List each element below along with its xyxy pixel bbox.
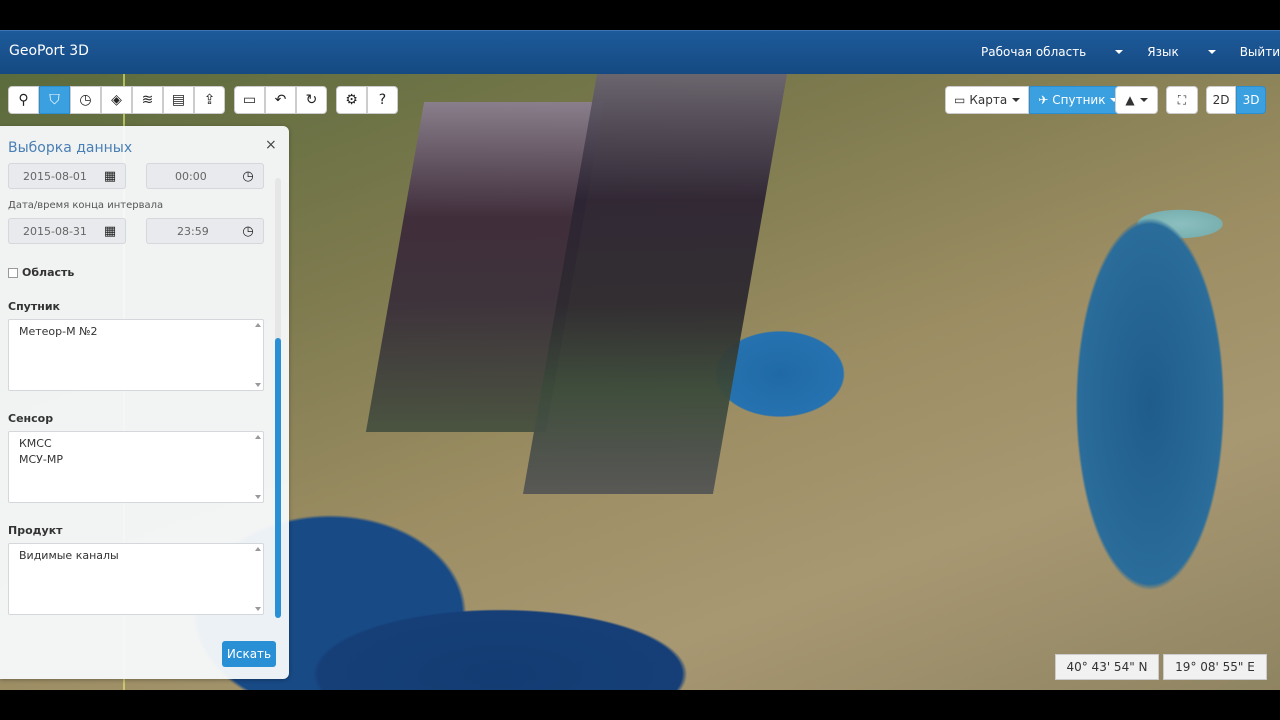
list-item[interactable]: КМСС xyxy=(19,436,253,452)
list-icon[interactable]: ▤ xyxy=(163,86,194,114)
end-date-value: 2015-08-31 xyxy=(23,224,87,238)
end-interval-label: Дата/время конца интервала xyxy=(8,200,164,211)
area-checkbox[interactable] xyxy=(8,267,18,278)
chevron-down-icon xyxy=(1139,98,1148,102)
basemap-satellite-label: Спутник xyxy=(1052,93,1106,107)
toolbar-group-settings: ⚙ ? xyxy=(336,86,398,114)
redo-icon[interactable]: ↻ xyxy=(296,86,327,114)
satellite-icon: ✈ xyxy=(1038,93,1049,107)
layers-paint-icon[interactable]: ◈ xyxy=(101,86,132,114)
chevron-down-icon xyxy=(1012,98,1021,102)
listbox-scrollbar[interactable] xyxy=(255,435,261,499)
timer-icon[interactable]: ◷ xyxy=(70,86,101,114)
latitude-readout: 40° 43' 54" N xyxy=(1055,654,1159,680)
nav-language-label: Язык xyxy=(1147,45,1179,59)
area-checkbox-row[interactable]: Область xyxy=(8,266,74,279)
map-icon: ▭ xyxy=(954,93,966,107)
satellite-listbox[interactable]: Метеор-М №2 xyxy=(8,319,264,391)
basemap-map-label: Карта xyxy=(969,93,1008,107)
chevron-down-icon xyxy=(1115,50,1124,54)
sensor-label: Сенсор xyxy=(8,412,54,425)
nav-logout[interactable]: Выйти xyxy=(1240,45,1280,59)
end-time-value: 23:59 xyxy=(177,224,209,238)
terrain-button[interactable]: ▲ xyxy=(1115,86,1158,114)
gear-icon[interactable]: ⚙ xyxy=(336,86,367,114)
fullscreen-button[interactable]: ⛶ xyxy=(1166,86,1198,114)
top-navbar: GeoPort 3D Рабочая область Язык Выйти xyxy=(0,30,1280,74)
calendar-icon[interactable]: ▦ xyxy=(97,163,123,189)
data-selection-panel: Выборка данных × 2015-08-01 ▦ 00:00 ◷ Да… xyxy=(0,126,289,679)
chevron-down-icon xyxy=(1207,50,1216,54)
toolbar-group-main: ⚲ ⛉ ◷ ◈ ≋ ▤ ⇪ xyxy=(8,86,225,114)
clock-icon[interactable]: ◷ xyxy=(235,163,261,189)
mode-2d-button[interactable]: 2D xyxy=(1206,86,1236,114)
search-button[interactable]: Искать xyxy=(222,641,276,667)
nav-workspace-label: Рабочая область xyxy=(981,45,1087,59)
nav-workspace[interactable]: Рабочая область xyxy=(981,45,1124,59)
basemap-switcher: ▭ Карта ✈ Спутник xyxy=(945,86,1128,114)
terrain-control: ▲ xyxy=(1115,86,1158,114)
list-item[interactable]: Видимые каналы xyxy=(19,548,253,564)
start-time-value: 00:00 xyxy=(175,169,207,183)
panel-title: Выборка данных xyxy=(8,140,133,156)
product-label: Продукт xyxy=(8,524,63,537)
fullscreen-control: ⛶ xyxy=(1166,86,1198,114)
product-listbox[interactable]: Видимые каналы xyxy=(8,543,264,615)
basemap-satellite-button[interactable]: ✈ Спутник xyxy=(1029,86,1128,114)
filter-icon[interactable]: ⛉ xyxy=(39,86,70,114)
view-mode-toggle: 2D 3D xyxy=(1206,86,1266,114)
listbox-scrollbar[interactable] xyxy=(255,547,261,611)
undo-icon[interactable]: ↶ xyxy=(265,86,296,114)
start-date-value: 2015-08-01 xyxy=(23,169,87,183)
list-item[interactable]: МСУ-МР xyxy=(19,452,253,468)
longitude-readout: 19° 08' 55" E xyxy=(1163,654,1267,680)
mountain-icon: ▲ xyxy=(1125,93,1135,107)
listbox-scrollbar[interactable] xyxy=(255,323,261,387)
bottom-letterbox xyxy=(0,690,1280,720)
area-label: Область xyxy=(22,266,75,279)
stack-icon[interactable]: ≋ xyxy=(132,86,163,114)
calendar-icon[interactable]: ▦ xyxy=(97,218,123,244)
clock-icon[interactable]: ◷ xyxy=(235,218,261,244)
nav-language[interactable]: Язык xyxy=(1147,45,1216,59)
panel-scrollbar[interactable] xyxy=(275,178,281,618)
help-icon[interactable]: ? xyxy=(367,86,398,114)
mode-3d-button[interactable]: 3D xyxy=(1236,86,1266,114)
app-title[interactable]: GeoPort 3D xyxy=(9,43,89,59)
nav-menu: Рабочая область Язык Выйти xyxy=(981,45,1280,59)
sensor-listbox[interactable]: КМСС МСУ-МР xyxy=(8,431,264,503)
toolbar-group-draw: ▭ ↶ ↻ xyxy=(234,86,327,114)
basemap-map-button[interactable]: ▭ Карта xyxy=(945,86,1030,114)
select-rect-icon[interactable]: ▭ xyxy=(234,86,265,114)
satellite-label: Спутник xyxy=(8,300,60,313)
list-item[interactable]: Метеор-М №2 xyxy=(19,324,253,340)
close-icon[interactable]: × xyxy=(265,137,277,153)
upload-icon[interactable]: ⇪ xyxy=(194,86,225,114)
map-pin-icon[interactable]: ⚲ xyxy=(8,86,39,114)
top-letterbox xyxy=(0,0,1280,30)
panel-scrollbar-thumb[interactable] xyxy=(275,338,281,618)
fullscreen-icon: ⛶ xyxy=(1177,92,1187,107)
